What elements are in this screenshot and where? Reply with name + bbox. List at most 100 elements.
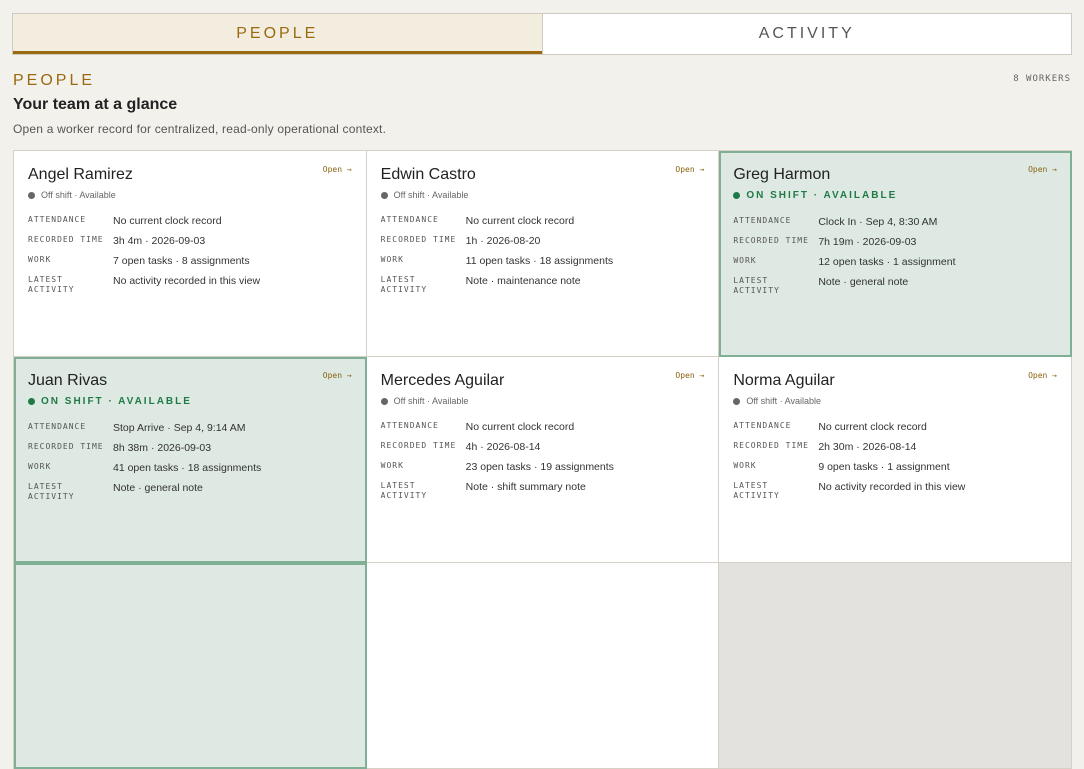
latest-activity-label: LATEST ACTIVITY: [28, 482, 75, 501]
status-text: ON SHIFT · AVAILABLE: [41, 396, 192, 407]
worker-card[interactable]: [719, 563, 1072, 769]
worker-card[interactable]: Angel Ramirez Open → Off shift · Availab…: [14, 151, 367, 357]
status-text: Off shift · Available: [393, 190, 469, 200]
latest-activity-label: LATEST ACTIVITY: [733, 276, 780, 295]
latest-activity-label: LATEST ACTIVITY: [380, 275, 428, 294]
status-dot-icon: [28, 398, 35, 405]
work-value: 9 open tasks · 1 assignment: [818, 461, 950, 473]
worker-card[interactable]: [366, 563, 720, 769]
status-badge: ON SHIFT · AVAILABLE: [733, 190, 1057, 201]
attendance-value: No current clock record: [818, 421, 927, 433]
latest-activity-row: LATEST ACTIVITY Note · general note: [28, 481, 352, 505]
status-badge: ON SHIFT · AVAILABLE: [28, 396, 352, 407]
attendance-value: Clock In · Sep 4, 8:30 AM: [818, 216, 938, 228]
work-value: 12 open tasks · 1 assignment: [818, 256, 956, 268]
recorded-time-label: RECORDED TIME: [28, 235, 104, 244]
open-link[interactable]: Open →: [675, 165, 704, 174]
attendance-value: No current clock record: [465, 215, 575, 227]
attendance-label: ATTENDANCE: [28, 422, 87, 431]
work-value: 23 open tasks · 19 assignments: [465, 461, 614, 473]
recorded-time-label: RECORDED TIME: [733, 441, 809, 450]
work-row: WORK 9 open tasks · 1 assignment: [733, 460, 1057, 480]
work-label: WORK: [28, 255, 52, 264]
work-row: WORK 23 open tasks · 19 assignments: [381, 460, 705, 480]
recorded-time-row: RECORDED TIME 1h · 2026-08-20: [381, 234, 705, 254]
attendance-row: ATTENDANCE Clock In · Sep 4, 8:30 AM: [733, 215, 1057, 235]
latest-activity-label: LATEST ACTIVITY: [733, 481, 780, 500]
recorded-time-label: RECORDED TIME: [380, 235, 457, 244]
recorded-time-row: RECORDED TIME 8h 38m · 2026-09-03: [28, 441, 352, 461]
latest-activity-row: LATEST ACTIVITY Note · general note: [733, 275, 1057, 299]
worker-name: Juan Rivas: [28, 372, 108, 389]
open-link[interactable]: Open →: [323, 165, 352, 174]
worker-card[interactable]: Mercedes Aguilar Open → Off shift · Avai…: [366, 357, 720, 563]
attendance-label: ATTENDANCE: [28, 215, 87, 224]
recorded-time-value: 1h · 2026-08-20: [465, 235, 541, 247]
worker-name: Greg Harmon: [733, 166, 831, 183]
worker-name: Mercedes Aguilar: [380, 372, 505, 389]
attendance-row: ATTENDANCE Stop Arrive · Sep 4, 9:14 AM: [28, 421, 352, 441]
open-link[interactable]: Open →: [1028, 371, 1057, 380]
section-label: PEOPLE: [13, 72, 96, 89]
recorded-time-value: 8h 38m · 2026-09-03: [113, 442, 212, 454]
recorded-time-row: RECORDED TIME 3h 4m · 2026-09-03: [28, 234, 352, 254]
status-badge: Off shift · Available: [380, 190, 705, 200]
status-text: Off shift · Available: [41, 190, 116, 200]
latest-activity-value: Note · shift summary note: [465, 481, 586, 493]
attendance-value: No current clock record: [465, 421, 575, 433]
worker-card[interactable]: Edwin Castro Open → Off shift · Availabl…: [366, 151, 720, 357]
latest-activity-value: No activity recorded in this view: [113, 275, 261, 287]
work-row: WORK 41 open tasks · 18 assignments: [28, 461, 352, 481]
worker-card[interactable]: [14, 563, 367, 769]
status-dot-icon: [380, 191, 388, 199]
status-badge: Off shift · Available: [380, 396, 705, 406]
attendance-row: ATTENDANCE No current clock record: [381, 420, 705, 440]
recorded-time-label: RECORDED TIME: [733, 236, 809, 245]
worker-name: Norma Aguilar: [733, 372, 835, 389]
worker-name: Edwin Castro: [380, 166, 476, 183]
tab-activity[interactable]: ACTIVITY: [543, 14, 1072, 54]
work-label: WORK: [380, 461, 404, 470]
open-link[interactable]: Open →: [1028, 165, 1057, 174]
page-title: Your team at a glance: [13, 96, 178, 113]
recorded-time-value: 4h · 2026-08-14: [465, 441, 541, 453]
status-badge: Off shift · Available: [28, 190, 352, 200]
latest-activity-row: LATEST ACTIVITY No activity recorded in …: [733, 480, 1057, 504]
status-dot-icon: [380, 397, 388, 405]
work-label: WORK: [380, 255, 404, 264]
worker-card[interactable]: Juan Rivas Open → ON SHIFT · AVAILABLE A…: [14, 357, 367, 563]
attendance-label: ATTENDANCE: [380, 421, 439, 430]
recorded-time-value: 7h 19m · 2026-09-03: [818, 236, 917, 248]
work-label: WORK: [733, 461, 757, 470]
worker-card[interactable]: Norma Aguilar Open → Off shift · Availab…: [719, 357, 1072, 563]
recorded-time-value: 2h 30m · 2026-08-14: [818, 441, 917, 453]
work-row: WORK 7 open tasks · 8 assignments: [28, 254, 352, 274]
worker-card[interactable]: Greg Harmon Open → ON SHIFT · AVAILABLE …: [719, 151, 1072, 357]
latest-activity-value: Note · maintenance note: [465, 275, 581, 287]
status-badge: Off shift · Available: [733, 396, 1057, 406]
status-text: ON SHIFT · AVAILABLE: [746, 190, 898, 201]
latest-activity-value: Note · general note: [818, 276, 909, 288]
open-link[interactable]: Open →: [675, 371, 704, 380]
status-dot-icon: [28, 191, 35, 199]
recorded-time-row: RECORDED TIME 4h · 2026-08-14: [381, 440, 705, 460]
view-tabs: PEOPLE ACTIVITY: [12, 13, 1072, 55]
tab-people[interactable]: PEOPLE: [13, 14, 543, 54]
status-text: Off shift · Available: [746, 396, 822, 406]
recorded-time-value: 3h 4m · 2026-09-03: [113, 235, 206, 247]
attendance-label: ATTENDANCE: [733, 421, 792, 430]
attendance-row: ATTENDANCE No current clock record: [28, 214, 352, 234]
recorded-time-label: RECORDED TIME: [380, 441, 457, 450]
work-row: WORK 12 open tasks · 1 assignment: [733, 255, 1057, 275]
recorded-time-label: RECORDED TIME: [28, 442, 104, 451]
open-link[interactable]: Open →: [323, 371, 352, 380]
work-label: WORK: [28, 462, 52, 471]
work-value: 7 open tasks · 8 assignments: [113, 255, 250, 267]
attendance-row: ATTENDANCE No current clock record: [381, 214, 705, 234]
worker-grid: Angel Ramirez Open → Off shift · Availab…: [13, 150, 1072, 769]
status-dot-icon: [733, 397, 741, 405]
latest-activity-row: LATEST ACTIVITY Note · shift summary not…: [381, 480, 705, 504]
recorded-time-row: RECORDED TIME 7h 19m · 2026-09-03: [733, 235, 1057, 255]
status-text: Off shift · Available: [393, 396, 469, 406]
work-label: WORK: [733, 256, 757, 265]
